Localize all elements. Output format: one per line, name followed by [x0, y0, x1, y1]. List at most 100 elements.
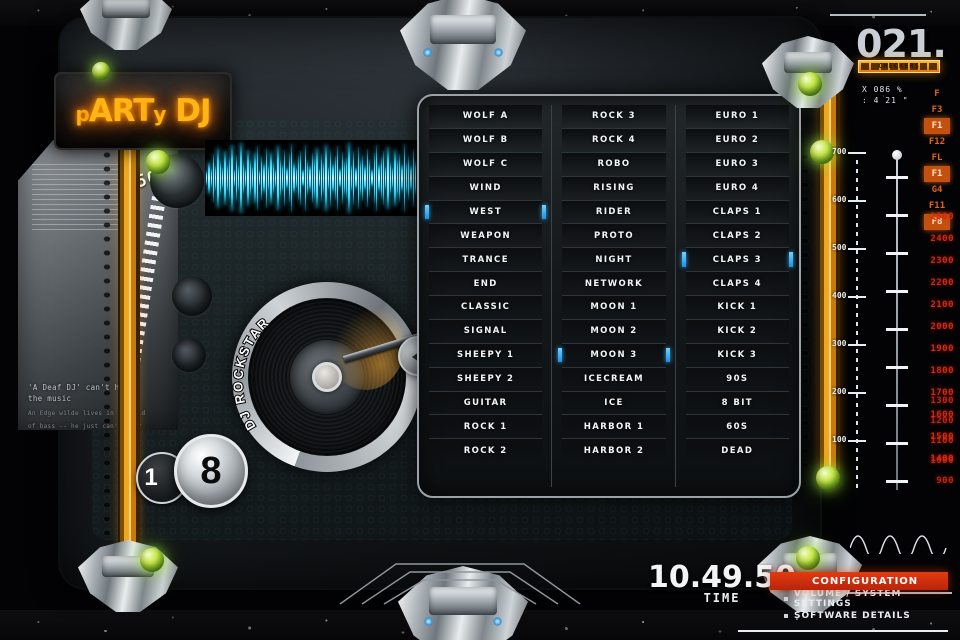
- waveform-bar: [364, 165, 366, 191]
- track-list-item[interactable]: ROCK 1: [429, 415, 543, 440]
- menu-item-software-details[interactable]: SOFTWARE DETAILS: [770, 607, 960, 624]
- track-list-panel[interactable]: WOLF A WOLF B WOLF C WIND WEST WEAPON TRANCE EN…: [417, 94, 801, 498]
- hud-function-key-list[interactable]: F F3 F1 F12 FL F1 G4 F11 F8: [924, 86, 950, 230]
- track-list-item[interactable]: EURO 1: [685, 105, 789, 129]
- hud-function-key[interactable]: G4: [924, 182, 950, 198]
- status-orb-right-top[interactable]: [798, 72, 822, 96]
- hud-function-key[interactable]: F: [924, 86, 950, 102]
- waveform-bar: [366, 148, 369, 208]
- config-menu[interactable]: CONFIGURATION VOLUME / SYSTEM SETTINGS S…: [738, 572, 960, 632]
- track-list-item[interactable]: 90S: [685, 367, 789, 392]
- track-list-item[interactable]: GUITAR: [429, 391, 543, 416]
- waveform-bar: [249, 159, 251, 197]
- track-list-item[interactable]: KICK 1: [685, 296, 789, 320]
- hud-rail-tick: [848, 248, 866, 250]
- menu-item-configuration[interactable]: CONFIGURATION: [770, 572, 948, 590]
- cue-button-eight[interactable]: 8: [174, 434, 248, 508]
- hud-scale-knob[interactable]: [892, 150, 902, 160]
- track-list-item[interactable]: CLAPS 1: [685, 200, 789, 225]
- track-list-item[interactable]: EURO 3: [685, 152, 789, 177]
- track-list-item[interactable]: SHEEPY 2: [429, 367, 543, 392]
- track-list-item[interactable]: CLASSIC: [429, 296, 543, 320]
- track-list-item[interactable]: 8 BIT: [685, 391, 789, 416]
- waveform-bar: [410, 165, 412, 191]
- waveform-bar: [350, 164, 352, 192]
- track-list-item[interactable]: KICK 2: [685, 319, 789, 344]
- waveform-bar: [224, 151, 226, 205]
- track-list-item[interactable]: ROCK 3: [562, 105, 666, 129]
- track-list-item[interactable]: ROCK 4: [562, 128, 666, 153]
- hud-slider-tick: [886, 176, 908, 179]
- track-list-item[interactable]: EURO 2: [685, 128, 789, 153]
- waveform-bar: [222, 166, 224, 190]
- waveform-bar: [336, 146, 339, 210]
- turntable-platter[interactable]: DJ ROCKSTAR: [232, 282, 422, 472]
- hud-red-scale-label: 2100: [930, 300, 954, 310]
- track-list-item[interactable]: MOON 3: [558, 343, 670, 368]
- waveform-bar: [251, 166, 254, 190]
- track-list-item[interactable]: ROCK 2: [429, 439, 543, 464]
- track-list-item[interactable]: RISING: [562, 176, 666, 201]
- waveform-bar: [318, 168, 320, 188]
- track-list-item[interactable]: CLAPS 2: [685, 224, 789, 249]
- waveform-bar: [284, 149, 286, 207]
- track-list-item[interactable]: WIND: [429, 176, 543, 201]
- track-list-item[interactable]: EURO 4: [685, 176, 789, 201]
- waveform-bar: [330, 149, 332, 207]
- speaker-cone-medium: [172, 276, 212, 316]
- cue-button-secondary-label: 1: [144, 464, 158, 491]
- status-orb-logo[interactable]: [92, 62, 110, 80]
- waveform-bar: [293, 162, 295, 194]
- track-list-item[interactable]: SIGNAL: [429, 319, 543, 344]
- hud-function-key[interactable]: F1: [924, 118, 950, 134]
- waveform-bar: [332, 163, 334, 193]
- track-list-item[interactable]: HARBOR 2: [562, 439, 666, 464]
- track-list-item[interactable]: NIGHT: [562, 248, 666, 273]
- track-list-item[interactable]: TRANCE: [429, 248, 543, 273]
- track-list-item[interactable]: PROTO: [562, 224, 666, 249]
- status-orb-left-bottom[interactable]: [140, 548, 164, 572]
- track-list-item[interactable]: ROBO: [562, 152, 666, 177]
- hud-rail-tick-label: 400: [832, 291, 847, 300]
- waveform-bar: [286, 167, 288, 189]
- track-list-item[interactable]: DEAD: [685, 439, 789, 464]
- track-list-item[interactable]: END: [429, 272, 543, 296]
- hud-scale-slider[interactable]: [892, 150, 902, 490]
- waveform-bar: [235, 154, 238, 202]
- status-orb-left-top[interactable]: [146, 150, 170, 174]
- track-list-item[interactable]: WOLF C: [429, 152, 543, 177]
- track-list-item[interactable]: NETWORK: [562, 272, 666, 296]
- waveform-bar: [408, 155, 410, 201]
- track-list-item[interactable]: WEST: [424, 200, 547, 225]
- waveform-bar: [242, 161, 245, 195]
- waveform-bar: [401, 163, 403, 193]
- track-list-item[interactable]: HARBOR 1: [562, 415, 666, 440]
- menu-item-volume-settings[interactable]: VOLUME / SYSTEM SETTINGS: [770, 589, 960, 609]
- track-list-item[interactable]: CLAPS 4: [685, 272, 789, 296]
- track-list-item[interactable]: RIDER: [562, 200, 666, 225]
- track-list-item[interactable]: ICE: [562, 391, 666, 416]
- hud-rail-tick-label: 300: [832, 339, 847, 348]
- hud-red-scale-label: 2000: [930, 322, 954, 332]
- track-list-item[interactable]: SHEEPY 1: [429, 343, 543, 368]
- track-list-item[interactable]: 60S: [685, 415, 789, 440]
- track-list-item[interactable]: WEAPON: [429, 224, 543, 249]
- track-list-item[interactable]: KICK 3: [685, 343, 789, 368]
- track-list-item[interactable]: CLAPS 3: [681, 248, 794, 273]
- track-list-item[interactable]: ICECREAM: [562, 367, 666, 392]
- waveform-bar: [228, 157, 231, 199]
- hud-function-key[interactable]: F1: [924, 166, 950, 182]
- hud-function-key[interactable]: F3: [924, 102, 950, 118]
- app-logo: pARTy DJ: [54, 72, 232, 150]
- hud-slider-tick: [886, 214, 908, 217]
- waveform-bar: [263, 162, 265, 194]
- hud-function-key[interactable]: F12: [924, 134, 950, 150]
- track-list-item[interactable]: MOON 1: [562, 296, 666, 320]
- hud-function-key[interactable]: FL: [924, 150, 950, 166]
- track-list-item[interactable]: WOLF B: [429, 128, 543, 153]
- track-list-item[interactable]: WOLF A: [429, 105, 543, 129]
- waveform-bar: [359, 160, 362, 196]
- status-orb-right-bottom[interactable]: [796, 546, 820, 570]
- hud-rail-tick-label: 700: [832, 147, 847, 156]
- track-list-item[interactable]: MOON 2: [562, 319, 666, 344]
